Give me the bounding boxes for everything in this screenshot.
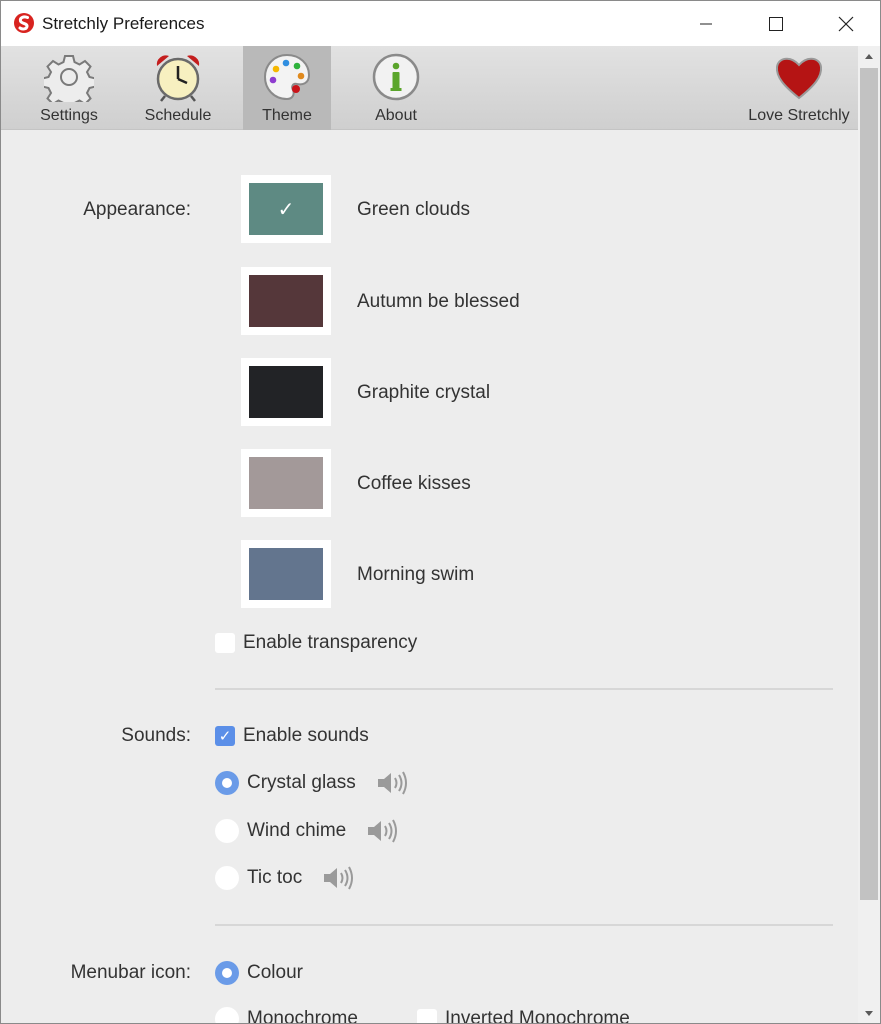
sounds-label: Sounds: <box>121 725 191 746</box>
tab-theme-label: Theme <box>262 107 312 124</box>
preferences-toolbar: Settings Schedule Theme About Love Stret… <box>1 46 858 130</box>
theme-option[interactable]: Morning swim <box>241 540 641 608</box>
sound-option-crystal-glass[interactable]: Crystal glass <box>215 771 408 795</box>
title-bar: Stretchly Preferences <box>1 1 880 46</box>
tab-theme[interactable]: Theme <box>243 46 331 130</box>
appearance-label: Appearance: <box>83 199 191 220</box>
tab-settings-label: Settings <box>40 107 98 124</box>
theme-swatch-frame[interactable] <box>241 449 331 517</box>
theme-swatch-frame[interactable] <box>241 358 331 426</box>
section-divider <box>215 688 833 690</box>
tab-schedule[interactable]: Schedule <box>134 46 222 130</box>
checkmark-icon: ✓ <box>218 727 232 745</box>
gear-icon <box>44 55 94 102</box>
scroll-up-button[interactable] <box>858 46 880 66</box>
close-icon <box>838 16 854 31</box>
minimize-icon <box>700 23 712 24</box>
theme-swatch-green-clouds[interactable]: ✓ <box>249 183 323 235</box>
close-button[interactable] <box>811 1 880 46</box>
inverted-monochrome-checkbox[interactable] <box>417 1009 437 1023</box>
window-title: Stretchly Preferences <box>42 14 205 33</box>
preferences-window: Stretchly Preferences Settings Schedule … <box>0 0 881 1024</box>
menubar-monochrome-label: Monochrome <box>247 1008 358 1024</box>
transparency-label: Enable transparency <box>243 632 418 653</box>
theme-swatch-frame[interactable] <box>241 267 331 335</box>
theme-option[interactable]: ✓ Green clouds <box>241 175 641 243</box>
tab-about-label: About <box>375 107 417 124</box>
menubar-colour-radio[interactable] <box>215 961 239 985</box>
sound-option-wind-chime[interactable]: Wind chime <box>215 819 398 843</box>
tab-settings[interactable]: Settings <box>25 46 113 130</box>
sound-radio[interactable] <box>215 771 239 795</box>
theme-swatch-autumn[interactable] <box>249 275 323 327</box>
transparency-checkbox[interactable] <box>215 633 235 653</box>
inverted-monochrome-label: Inverted Monochrome <box>445 1008 630 1024</box>
heart-icon <box>775 57 823 100</box>
enable-sounds-option[interactable]: ✓ Enable sounds <box>215 724 369 748</box>
section-divider <box>215 924 833 926</box>
theme-option[interactable]: Autumn be blessed <box>241 267 641 335</box>
arrow-down-icon <box>865 1011 873 1016</box>
menubar-icon-label: Menubar icon: <box>70 962 191 983</box>
speaker-icon[interactable] <box>322 866 354 890</box>
theme-swatch-frame[interactable] <box>241 540 331 608</box>
minimize-button[interactable] <box>671 1 741 46</box>
speaker-icon[interactable] <box>366 819 398 843</box>
maximize-button[interactable] <box>741 1 811 46</box>
enable-sounds-checkbox[interactable]: ✓ <box>215 726 235 746</box>
menubar-option-inverted[interactable]: Inverted Monochrome <box>417 1007 630 1024</box>
alarm-clock-icon <box>156 55 200 102</box>
theme-swatch-morning-swim[interactable] <box>249 548 323 600</box>
sound-name: Tic toc <box>247 867 303 888</box>
theme-option[interactable]: Coffee kisses <box>241 449 641 517</box>
theme-swatch-frame[interactable]: ✓ <box>241 175 331 243</box>
tab-schedule-label: Schedule <box>144 107 212 124</box>
sound-radio[interactable] <box>215 866 239 890</box>
sound-name: Wind chime <box>247 820 347 841</box>
checkmark-icon: ✓ <box>277 197 295 221</box>
sound-radio[interactable] <box>215 819 239 843</box>
info-icon <box>372 53 420 101</box>
love-stretchly-button[interactable]: Love Stretchly <box>739 46 859 130</box>
menubar-option-monochrome[interactable]: Monochrome <box>215 1007 358 1024</box>
scrollbar-thumb[interactable] <box>860 68 878 900</box>
theme-name: Coffee kisses <box>357 473 471 494</box>
menubar-option-colour[interactable]: Colour <box>215 961 303 985</box>
palette-icon <box>263 53 311 101</box>
theme-settings-panel: Appearance: ✓ Green clouds Autumn be ble… <box>1 131 858 1024</box>
sound-name: Crystal glass <box>247 772 356 793</box>
transparency-option[interactable]: Enable transparency <box>215 631 417 655</box>
enable-sounds-label: Enable sounds <box>243 725 369 746</box>
speaker-icon[interactable] <box>376 771 408 795</box>
scroll-down-button[interactable] <box>858 1004 880 1023</box>
sound-option-tic-toc[interactable]: Tic toc <box>215 866 354 890</box>
theme-name: Graphite crystal <box>357 382 491 403</box>
theme-name: Green clouds <box>357 199 471 220</box>
theme-name: Morning swim <box>357 564 475 585</box>
arrow-up-icon <box>865 54 873 59</box>
vertical-scrollbar[interactable] <box>858 46 880 1023</box>
stretchly-logo-icon <box>14 13 34 33</box>
tab-about[interactable]: About <box>352 46 440 130</box>
menubar-monochrome-radio[interactable] <box>215 1007 239 1023</box>
theme-swatch-coffee[interactable] <box>249 457 323 509</box>
love-stretchly-label: Love Stretchly <box>748 107 850 124</box>
theme-swatch-graphite[interactable] <box>249 366 323 418</box>
theme-option[interactable]: Graphite crystal <box>241 358 641 426</box>
maximize-icon <box>769 16 783 31</box>
theme-name: Autumn be blessed <box>357 291 520 312</box>
menubar-colour-label: Colour <box>247 962 303 983</box>
